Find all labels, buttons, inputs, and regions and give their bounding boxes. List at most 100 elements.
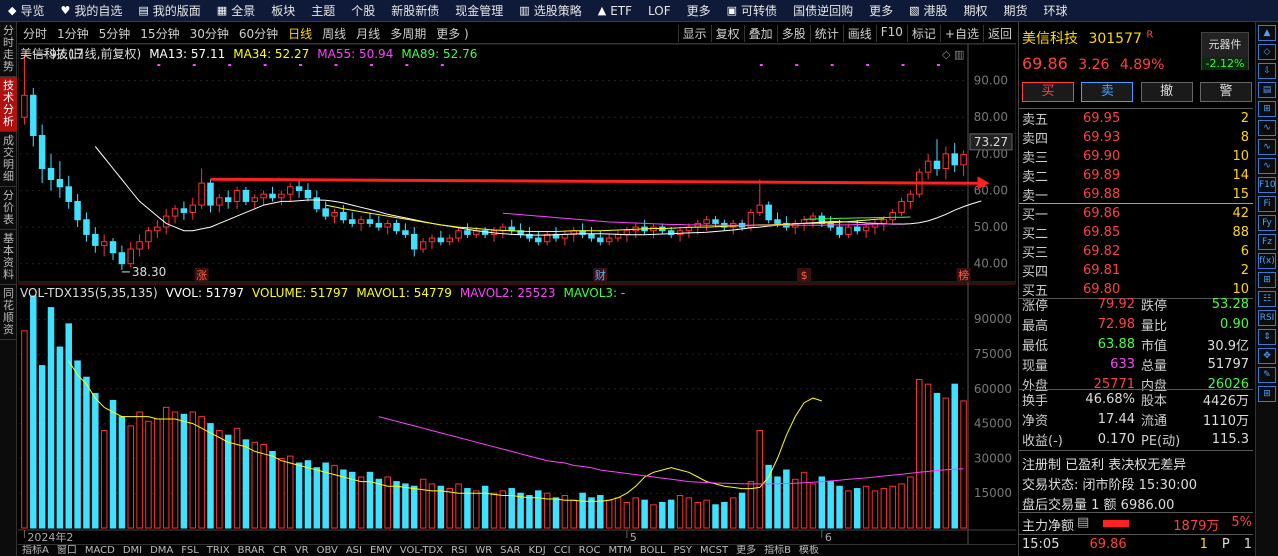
left-tab-0[interactable]: 分时走势 bbox=[0, 22, 17, 77]
tool-icon-5[interactable]: ∿ bbox=[1258, 120, 1276, 136]
trade-button-2[interactable]: 撤 bbox=[1140, 82, 1193, 102]
tool-icon-7[interactable]: ∿ bbox=[1258, 158, 1276, 174]
indicator-tab-7[interactable]: BRAR bbox=[234, 545, 269, 556]
indicator-tab-11[interactable]: ASI bbox=[342, 545, 366, 556]
tool-icon-1[interactable]: ◇ bbox=[1258, 44, 1276, 60]
menu-item-6[interactable]: 个股 bbox=[343, 0, 383, 21]
sector-tag[interactable]: 元器件 -2.12% bbox=[1201, 32, 1249, 70]
indicator-tab-8[interactable]: CR bbox=[269, 545, 291, 556]
indicator-tab-13[interactable]: VOL-TDX bbox=[396, 545, 447, 556]
tool-icon-11[interactable]: Fz bbox=[1258, 234, 1276, 250]
tool-icon-14[interactable]: ☷ bbox=[1258, 291, 1276, 307]
period-1[interactable]: 1分钟 bbox=[52, 25, 94, 42]
left-tab-3[interactable]: 分价表 bbox=[0, 187, 17, 230]
indicator-tab-18[interactable]: CCI bbox=[550, 545, 575, 556]
chart-tool-8[interactable]: +自选 bbox=[939, 25, 983, 42]
tool-icon-10[interactable]: Fy bbox=[1258, 215, 1276, 231]
tool-icon-17[interactable]: ✥ bbox=[1258, 348, 1276, 364]
chart-tool-4[interactable]: 统计 bbox=[809, 25, 843, 42]
period-7[interactable]: 周线 bbox=[317, 25, 351, 42]
menu-item-7[interactable]: 新股新债 bbox=[383, 0, 447, 21]
period-3[interactable]: 15分钟 bbox=[135, 25, 184, 42]
menu-item-0[interactable]: ◆ 导览 bbox=[0, 0, 52, 21]
main-flow-row[interactable]: 主力净额 ▤ 1879万 5% bbox=[1022, 515, 1252, 534]
menu-item-9[interactable]: ▥ 选股策略 bbox=[511, 0, 589, 21]
menu-item-8[interactable]: 现金管理 bbox=[447, 0, 511, 21]
tool-icon-4[interactable]: ⊞ bbox=[1258, 101, 1276, 117]
menu-item-19[interactable]: 环球 bbox=[1036, 0, 1076, 21]
menu-item-11[interactable]: LOF bbox=[640, 0, 679, 21]
period-5[interactable]: 60分钟 bbox=[234, 25, 283, 42]
menu-item-18[interactable]: 期货 bbox=[996, 0, 1036, 21]
indicator-tab-20[interactable]: MTM bbox=[604, 545, 635, 556]
chart-tool-5[interactable]: 画线 bbox=[842, 25, 876, 42]
period-8[interactable]: 月线 bbox=[351, 25, 385, 42]
indicator-tab-2[interactable]: MACD bbox=[81, 545, 119, 556]
chart-tool-2[interactable]: 叠加 bbox=[743, 25, 777, 42]
period-2[interactable]: 5分钟 bbox=[94, 25, 136, 42]
menu-item-1[interactable]: ♥ 我的自选 bbox=[52, 0, 130, 21]
tool-icon-15[interactable]: RSI bbox=[1258, 310, 1276, 326]
menu-item-5[interactable]: 主题 bbox=[303, 0, 343, 21]
indicator-tab-23[interactable]: MCST bbox=[696, 545, 732, 556]
left-tab-2[interactable]: 成交明细 bbox=[0, 132, 17, 187]
indicator-tab-5[interactable]: FSL bbox=[177, 545, 203, 556]
tool-icon-19[interactable]: ⊞ bbox=[1258, 386, 1276, 402]
menu-item-17[interactable]: 期权 bbox=[956, 0, 996, 21]
indicator-tab-4[interactable]: DMA bbox=[146, 545, 177, 556]
tool-icon-16[interactable]: ⇕ bbox=[1258, 329, 1276, 345]
period-10[interactable]: 更多 ) bbox=[431, 25, 474, 42]
tool-icon-3[interactable]: ▤ bbox=[1258, 82, 1276, 98]
indicator-tab-26[interactable]: 模板 bbox=[795, 545, 823, 556]
tool-icon-6[interactable]: ∿ bbox=[1258, 139, 1276, 155]
indicator-tab-3[interactable]: DMI bbox=[119, 545, 146, 556]
period-9[interactable]: 多周期 bbox=[385, 25, 431, 42]
left-tab-1[interactable]: 技术分析 bbox=[0, 77, 17, 132]
indicator-tab-19[interactable]: ROC bbox=[575, 545, 605, 556]
menu-item-4[interactable]: 板块 bbox=[263, 0, 303, 21]
indicator-tab-6[interactable]: TRIX bbox=[203, 545, 234, 556]
period-6[interactable]: 日线 bbox=[283, 25, 317, 42]
menu-item-16[interactable]: ▧ 港股 bbox=[901, 0, 955, 21]
trade-button-3[interactable]: 警 bbox=[1199, 82, 1252, 102]
indicator-tab-17[interactable]: KDJ bbox=[524, 545, 549, 556]
left-tab-4[interactable]: 基本资料 bbox=[0, 230, 17, 285]
tool-icon-18[interactable]: ✎ bbox=[1258, 367, 1276, 383]
indicator-tab-9[interactable]: VR bbox=[291, 545, 313, 556]
tool-icon-13[interactable]: ⊞ bbox=[1258, 272, 1276, 288]
menu-item-10[interactable]: ▲ ETF bbox=[590, 0, 640, 21]
chart-tool-7[interactable]: 标记 bbox=[906, 25, 940, 42]
diamond-icon[interactable]: ◇ bbox=[942, 48, 951, 61]
indicator-tab-14[interactable]: RSI bbox=[447, 545, 471, 556]
tool-icon-2[interactable]: ⇩ bbox=[1258, 63, 1276, 79]
menu-item-15[interactable]: 更多 bbox=[861, 0, 901, 21]
chart-tool-3[interactable]: 多股 bbox=[776, 25, 810, 42]
trade-button-1[interactable]: 卖 bbox=[1081, 82, 1134, 102]
menu-item-3[interactable]: ▦ 全景 bbox=[209, 0, 263, 21]
indicator-tab-21[interactable]: BOLL bbox=[636, 545, 670, 556]
period-4[interactable]: 30分钟 bbox=[185, 25, 234, 42]
tool-icon-9[interactable]: Fi bbox=[1258, 196, 1276, 212]
indicator-tab-16[interactable]: SAR bbox=[496, 545, 524, 556]
trade-button-0[interactable]: 买 bbox=[1022, 82, 1074, 102]
indicator-tab-25[interactable]: 指标B bbox=[760, 545, 795, 556]
indicator-tab-22[interactable]: PSY bbox=[670, 545, 697, 556]
menu-item-13[interactable]: ▣ 可转债 bbox=[719, 0, 785, 21]
panel-toggle-icon[interactable]: ▥ bbox=[954, 48, 964, 61]
chart-tool-1[interactable]: 复权 bbox=[710, 25, 744, 42]
tool-icon-12[interactable]: f(x) bbox=[1258, 253, 1276, 269]
indicator-tab-15[interactable]: WR bbox=[471, 545, 496, 556]
indicator-tab-1[interactable]: 窗口 bbox=[53, 545, 81, 556]
indicator-tab-24[interactable]: 更多 bbox=[732, 545, 760, 556]
tool-icon-8[interactable]: F10 bbox=[1258, 177, 1276, 193]
left-tab-5[interactable]: 同花顺资 bbox=[0, 285, 17, 340]
chart-tool-9[interactable]: 返回 bbox=[982, 25, 1016, 42]
menu-item-14[interactable]: 国债逆回购 bbox=[785, 0, 861, 21]
menu-item-12[interactable]: 更多 bbox=[679, 0, 719, 21]
indicator-tab-10[interactable]: OBV bbox=[313, 545, 342, 556]
indicator-tab-12[interactable]: EMV bbox=[366, 545, 396, 556]
tool-icon-0[interactable]: ▲ bbox=[1258, 25, 1276, 41]
period-0[interactable]: 分时 bbox=[18, 25, 52, 42]
chart-tool-6[interactable]: F10 bbox=[875, 25, 907, 42]
indicator-tab-0[interactable]: 指标A bbox=[18, 545, 53, 556]
